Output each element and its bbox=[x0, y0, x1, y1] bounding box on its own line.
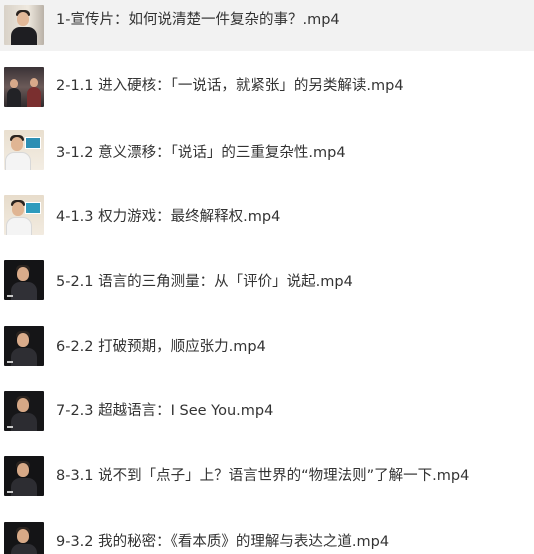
file-row-5[interactable]: 5-2.1 语言的三角测量：从「评价」说起.mp4 bbox=[0, 256, 534, 307]
video-file-list: 1-宣传片：如何说清楚一件复杂的事？.mp4 2-1.1 进入硬核：「一说话，就… bbox=[0, 0, 534, 554]
file-name-7: 7-2.3 超越语言：I See You.mp4 bbox=[56, 403, 274, 419]
file-name-3: 3-1.2 意义漂移：「说话」的三重复杂性.mp4 bbox=[56, 145, 346, 161]
video-thumbnail-4 bbox=[4, 195, 44, 235]
file-name-1: 1-宣传片：如何说清楚一件复杂的事？.mp4 bbox=[56, 12, 340, 28]
file-name-5: 5-2.1 语言的三角测量：从「评价」说起.mp4 bbox=[56, 274, 353, 290]
video-thumbnail-8 bbox=[4, 456, 44, 496]
file-row-3[interactable]: 3-1.2 意义漂移：「说话」的三重复杂性.mp4 bbox=[0, 126, 534, 177]
video-thumbnail-7 bbox=[4, 391, 44, 431]
file-row-1[interactable]: 1-宣传片：如何说清楚一件复杂的事？.mp4 bbox=[0, 0, 534, 51]
file-name-9: 9-3.2 我的秘密：《看本质》的理解与表达之道.mp4 bbox=[56, 534, 390, 550]
file-row-2[interactable]: 2-1.1 进入硬核：「一说话，就紧张」的另类解读.mp4 bbox=[0, 60, 534, 111]
video-thumbnail-6 bbox=[4, 326, 44, 366]
video-thumbnail-5 bbox=[4, 260, 44, 300]
file-row-8[interactable]: 8-3.1 说不到「点子」上？语言世界的“物理法则”了解一下.mp4 bbox=[0, 451, 534, 502]
file-row-4[interactable]: 4-1.3 权力游戏：最终解释权.mp4 bbox=[0, 191, 534, 242]
video-thumbnail-1 bbox=[4, 5, 44, 45]
video-thumbnail-3 bbox=[4, 130, 44, 170]
video-thumbnail-2 bbox=[4, 67, 44, 107]
file-name-8: 8-3.1 说不到「点子」上？语言世界的“物理法则”了解一下.mp4 bbox=[56, 468, 470, 484]
file-row-9[interactable]: 9-3.2 我的秘密：《看本质》的理解与表达之道.mp4 bbox=[0, 516, 534, 554]
file-name-6: 6-2.2 打破预期，顺应张力.mp4 bbox=[56, 339, 266, 355]
video-thumbnail-9 bbox=[4, 522, 44, 554]
file-row-7[interactable]: 7-2.3 超越语言：I See You.mp4 bbox=[0, 386, 534, 437]
file-name-4: 4-1.3 权力游戏：最终解释权.mp4 bbox=[56, 209, 281, 225]
file-name-2: 2-1.1 进入硬核：「一说话，就紧张」的另类解读.mp4 bbox=[56, 78, 404, 94]
file-row-6[interactable]: 6-2.2 打破预期，顺应张力.mp4 bbox=[0, 322, 534, 373]
